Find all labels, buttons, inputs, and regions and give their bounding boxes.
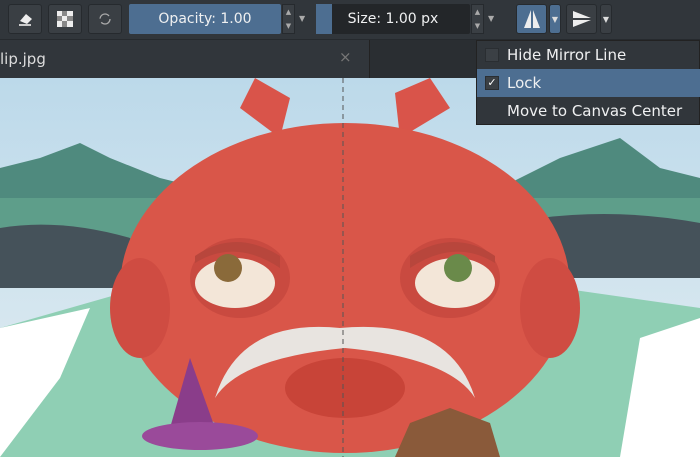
toolbar: Opacity: 1.00 ▲ ▼ ▼ Size: 1.00 px ▲ ▼ ▼ ▼ … — [0, 0, 700, 40]
menu-item-label: Hide Mirror Line — [507, 46, 627, 64]
close-tab-icon[interactable]: × — [339, 48, 352, 66]
refresh-icon — [99, 13, 111, 25]
checkerboard-icon — [57, 11, 73, 27]
tab-filename: lip.jpg — [0, 50, 46, 68]
document-tab[interactable]: lip.jpg × — [0, 40, 370, 78]
opacity-slider[interactable]: Opacity: 1.00 — [129, 4, 281, 34]
eraser-icon — [19, 14, 32, 26]
mirror-horizontal-axis-icon — [572, 11, 591, 27]
menu-item-label: Lock — [507, 74, 542, 92]
mirror-vertical-button[interactable] — [566, 4, 597, 34]
size-dropdown-icon[interactable]: ▼ — [488, 14, 494, 23]
mirror-vertical-axis-icon — [523, 10, 540, 28]
size-slider[interactable]: Size: 1.00 px — [316, 4, 470, 34]
mirror-horizontal-dropdown[interactable]: ▼ — [549, 4, 561, 34]
menu-item-move-to-canvas-center[interactable]: Move to Canvas Center — [477, 97, 700, 125]
reload-preset-button[interactable] — [88, 4, 122, 34]
hide-mirror-line-checkbox[interactable] — [485, 48, 499, 62]
mirror-options-menu: Hide Mirror Line ✓ Lock Move to Canvas C… — [476, 40, 700, 125]
menu-item-hide-mirror-line[interactable]: Hide Mirror Line — [477, 41, 700, 69]
artwork-image — [0, 78, 700, 457]
eraser-mode-button[interactable] — [8, 4, 42, 34]
menu-item-label: Move to Canvas Center — [507, 102, 683, 120]
size-label: Size: 1.00 px — [347, 11, 439, 27]
size-slider-fill — [316, 4, 332, 34]
opacity-spin-arrows[interactable]: ▲ ▼ — [282, 4, 295, 34]
mirror-vertical-dropdown[interactable]: ▼ — [600, 4, 612, 34]
mirror-horizontal-button[interactable] — [516, 4, 547, 34]
menu-item-lock[interactable]: ✓ Lock — [477, 69, 700, 97]
opacity-dropdown-icon[interactable]: ▼ — [299, 14, 305, 23]
canvas[interactable] — [0, 78, 700, 457]
lock-checkbox[interactable]: ✓ — [485, 76, 499, 90]
opacity-label: Opacity: 1.00 — [158, 11, 252, 27]
preserve-alpha-button[interactable] — [48, 4, 82, 34]
size-spin-arrows[interactable]: ▲ ▼ — [471, 4, 484, 34]
